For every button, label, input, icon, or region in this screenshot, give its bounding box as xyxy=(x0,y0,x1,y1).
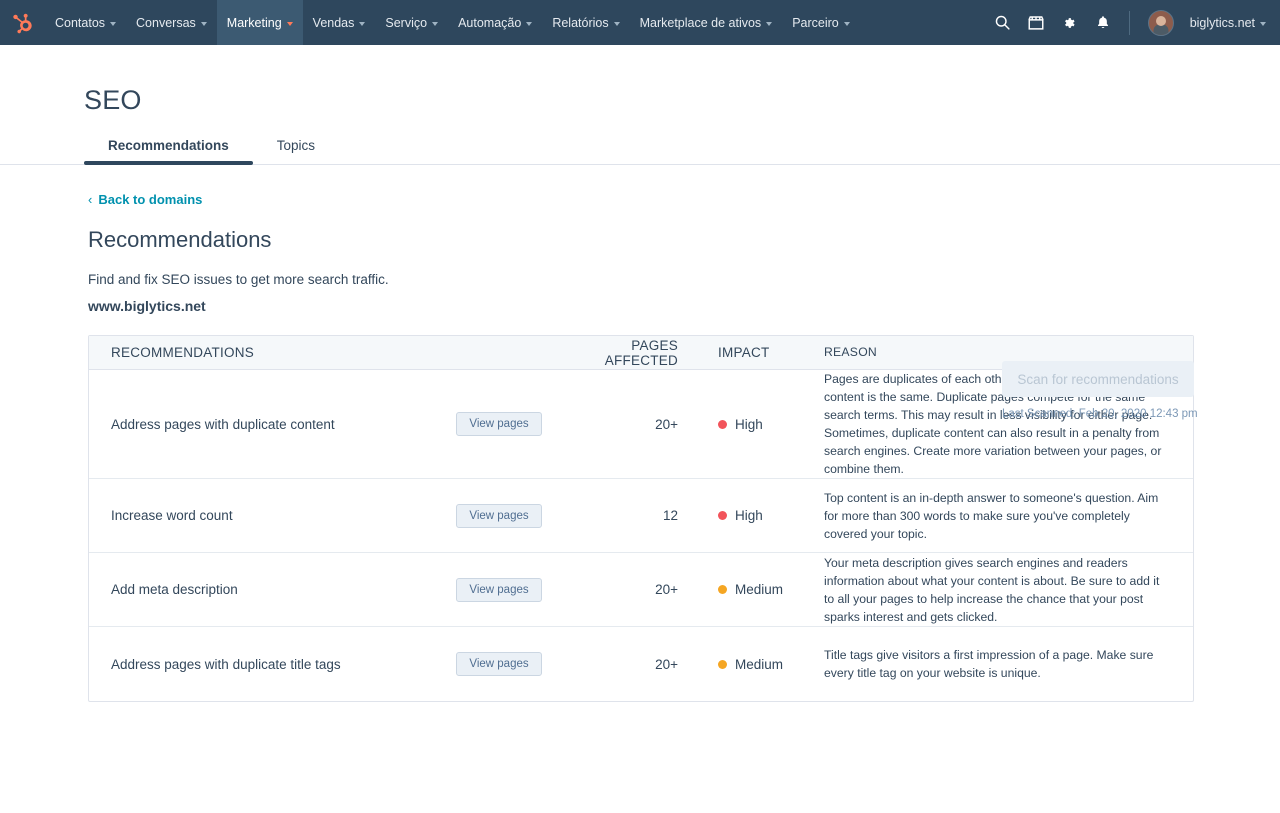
chevron-down-icon xyxy=(201,22,207,26)
recommendation-title: Address pages with duplicate title tags xyxy=(89,657,429,672)
chevron-left-icon: ‹ xyxy=(88,193,92,206)
nav-item-vendas[interactable]: Vendas xyxy=(303,0,376,45)
chevron-down-icon xyxy=(432,22,438,26)
tab-topics[interactable]: Topics xyxy=(253,138,339,164)
domain-name: www.biglytics.net xyxy=(88,298,1194,314)
nav-item-label: Relatórios xyxy=(552,16,608,30)
view-pages-button[interactable]: View pages xyxy=(456,652,541,676)
page-tabs: Recommendations Topics xyxy=(0,138,1280,164)
last-scanned-timestamp: Last Scanned: Feb 20, 2020 12:43 pm xyxy=(1002,408,1194,420)
avatar[interactable] xyxy=(1148,10,1174,36)
impact-dot-icon xyxy=(718,660,727,669)
hubspot-logo[interactable] xyxy=(0,0,45,45)
chevron-down-icon xyxy=(766,22,772,26)
nav-item-label: Marketplace de ativos xyxy=(640,16,762,30)
nav-item-marketplace-de-ativos[interactable]: Marketplace de ativos xyxy=(630,0,783,45)
pages-affected-value: 20+ xyxy=(569,657,689,672)
impact-dot-icon xyxy=(718,511,727,520)
nav-item-contatos[interactable]: Contatos xyxy=(45,0,126,45)
view-pages-button[interactable]: View pages xyxy=(456,578,541,602)
nav-item-parceiro[interactable]: Parceiro xyxy=(782,0,860,45)
gear-icon[interactable] xyxy=(1061,14,1079,32)
impact-cell: High xyxy=(689,508,824,523)
page-title: SEO xyxy=(0,85,1280,116)
chevron-down-icon xyxy=(1260,22,1266,26)
chevron-down-icon xyxy=(287,22,293,26)
chevron-down-icon xyxy=(526,22,532,26)
recommendation-title: Add meta description xyxy=(89,582,429,597)
nav-item-label: Contatos xyxy=(55,16,105,30)
tab-label: Recommendations xyxy=(108,138,229,153)
chevron-down-icon xyxy=(614,22,620,26)
column-header-reason: REASON xyxy=(824,343,1193,361)
table-row: Add meta description View pages 20+ Medi… xyxy=(89,553,1193,627)
nav-item-relatorios[interactable]: Relatórios xyxy=(542,0,629,45)
chevron-down-icon xyxy=(359,22,365,26)
scan-area: Scan for recommendations Last Scanned: F… xyxy=(1002,361,1194,420)
view-pages-cell: View pages xyxy=(429,504,569,528)
nav-item-label: Parceiro xyxy=(792,16,839,30)
impact-cell: Medium xyxy=(689,657,824,672)
table-row: Address pages with duplicate title tags … xyxy=(89,627,1193,701)
impact-dot-icon xyxy=(718,585,727,594)
section-subtitle: Find and fix SEO issues to get more sear… xyxy=(88,272,1194,287)
nav-item-label: Serviço xyxy=(385,16,427,30)
view-pages-button[interactable]: View pages xyxy=(456,412,541,436)
scan-for-recommendations-button[interactable]: Scan for recommendations xyxy=(1002,361,1194,397)
impact-cell: High xyxy=(689,417,824,432)
table-row: Increase word count View pages 12 High T… xyxy=(89,479,1193,553)
notifications-bell-icon[interactable] xyxy=(1095,14,1111,31)
column-header-pages-affected: PAGES AFFECTED xyxy=(569,338,689,368)
column-header-impact: IMPACT xyxy=(689,345,824,360)
nav-item-marketing[interactable]: Marketing xyxy=(217,0,303,45)
view-pages-cell: View pages xyxy=(429,578,569,602)
nav-item-servico[interactable]: Serviço xyxy=(375,0,448,45)
marketplace-icon[interactable] xyxy=(1027,14,1045,32)
nav-item-label: Automação xyxy=(458,16,521,30)
impact-label: High xyxy=(735,508,763,523)
nav-item-automacao[interactable]: Automação xyxy=(448,0,542,45)
impact-label: High xyxy=(735,417,763,432)
main-content: ‹ Back to domains Recommendations Find a… xyxy=(0,165,1280,702)
nav-item-label: Marketing xyxy=(227,16,282,30)
reason-text: Your meta description gives search engin… xyxy=(824,554,1193,626)
account-name-label: biglytics.net xyxy=(1190,16,1255,30)
recommendation-title: Address pages with duplicate content xyxy=(89,417,429,432)
view-pages-cell: View pages xyxy=(429,412,569,436)
impact-dot-icon xyxy=(718,420,727,429)
account-menu[interactable]: biglytics.net xyxy=(1190,16,1266,30)
column-header-recommendations: RECOMMENDATIONS xyxy=(89,345,429,360)
nav-item-conversas[interactable]: Conversas xyxy=(126,0,217,45)
reason-text: Title tags give visitors a first impress… xyxy=(824,646,1193,682)
pages-affected-value: 12 xyxy=(569,508,689,523)
tab-label: Topics xyxy=(277,138,315,153)
impact-label: Medium xyxy=(735,582,783,597)
top-navigation-bar: Contatos Conversas Marketing Vendas Serv… xyxy=(0,0,1280,45)
nav-item-label: Conversas xyxy=(136,16,196,30)
impact-label: Medium xyxy=(735,657,783,672)
hubspot-sprocket-icon xyxy=(11,11,35,35)
recommendation-title: Increase word count xyxy=(89,508,429,523)
pages-affected-value: 20+ xyxy=(569,582,689,597)
reason-text: Top content is an in-depth answer to som… xyxy=(824,489,1193,543)
view-pages-cell: View pages xyxy=(429,652,569,676)
search-icon[interactable] xyxy=(994,14,1011,31)
chevron-down-icon xyxy=(110,22,116,26)
nav-item-label: Vendas xyxy=(313,16,355,30)
nav-utility-area: biglytics.net xyxy=(994,0,1280,45)
main-menu: Contatos Conversas Marketing Vendas Serv… xyxy=(45,0,860,45)
nav-divider xyxy=(1129,11,1130,35)
chevron-down-icon xyxy=(844,22,850,26)
back-to-domains-link[interactable]: ‹ Back to domains xyxy=(88,192,202,207)
view-pages-button[interactable]: View pages xyxy=(456,504,541,528)
section-title: Recommendations xyxy=(88,227,1194,253)
pages-affected-value: 20+ xyxy=(569,417,689,432)
tab-recommendations[interactable]: Recommendations xyxy=(84,138,253,164)
back-link-label: Back to domains xyxy=(98,192,202,207)
page-header: SEO Recommendations Topics xyxy=(0,45,1280,165)
impact-cell: Medium xyxy=(689,582,824,597)
